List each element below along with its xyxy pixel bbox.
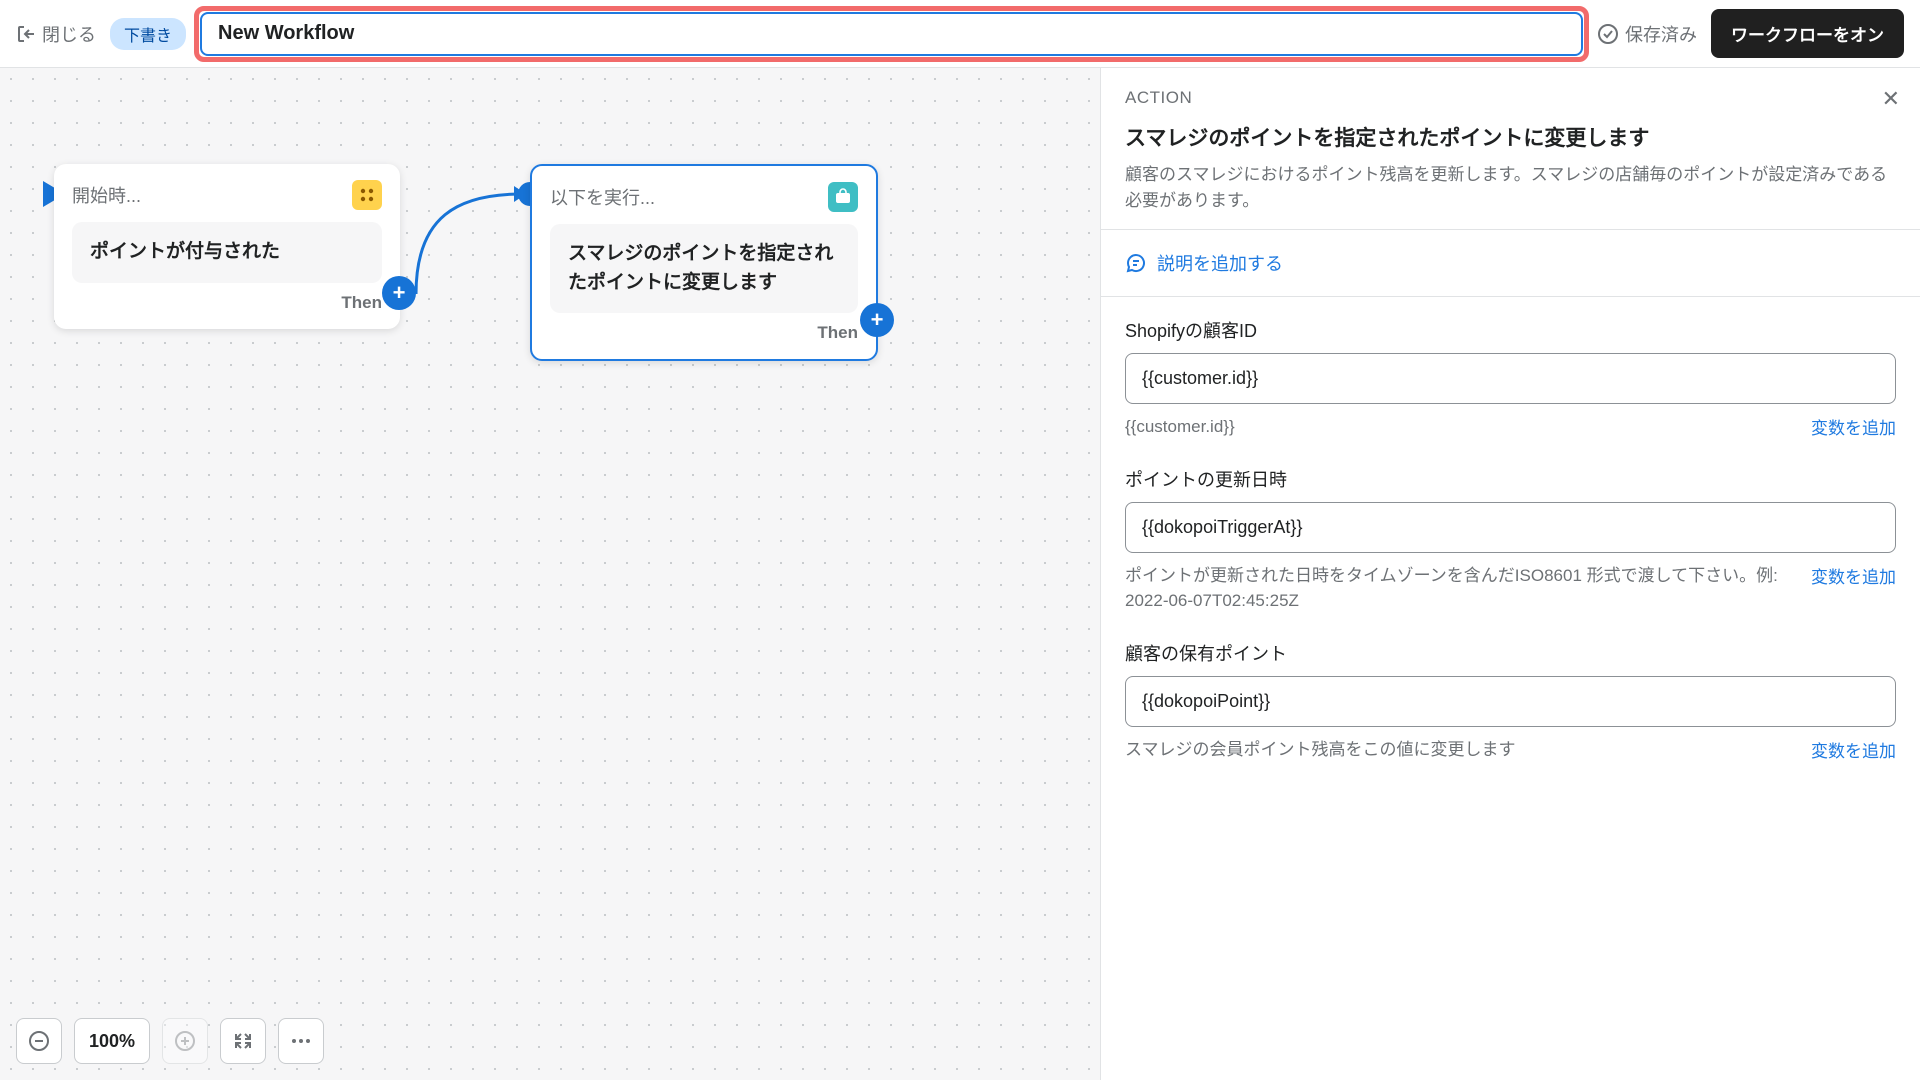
add-step-button[interactable]: + [860, 303, 894, 337]
check-circle-icon [1597, 23, 1619, 45]
then-label: Then [72, 293, 382, 313]
customer-id-input[interactable] [1125, 353, 1896, 404]
plus-circle-icon [174, 1030, 196, 1052]
workflow-canvas[interactable]: 開始時... ポイントが付与された Then + 以下を実行... スマレジのポ… [0, 68, 1100, 1080]
canvas-controls: 100% [16, 1018, 324, 1064]
trigger-app-icon [352, 180, 382, 210]
field-update-time: ポイントの更新日時 ポイントが更新された日時をタイムゾーンを含んだISO8601… [1101, 446, 1920, 620]
zoom-level[interactable]: 100% [74, 1018, 150, 1064]
field-points: 顧客の保有ポイント スマレジの会員ポイント残高をこの値に変更します 変数を追加 [1101, 620, 1920, 769]
saved-status: 保存済み [1597, 21, 1697, 47]
add-description-label: 説明を追加する [1157, 250, 1283, 276]
field-help: ポイントが更新された日時をタイムゾーンを含んだISO8601 形式で渡して下さい… [1125, 563, 1787, 614]
points-input[interactable] [1125, 676, 1896, 727]
minus-circle-icon [28, 1030, 50, 1052]
add-variable-link[interactable]: 変数を追加 [1811, 414, 1896, 439]
field-label: Shopifyの顧客ID [1125, 317, 1896, 343]
action-sidebar: ACTION ✕ スマレジのポイントを指定されたポイントに変更します 顧客のスマ… [1100, 68, 1920, 1080]
field-help: スマレジの会員ポイント残高をこの値に変更します [1125, 737, 1787, 763]
sidebar-header: ACTION ✕ スマレジのポイントを指定されたポイントに変更します 顧客のスマ… [1101, 68, 1920, 230]
contract-icon [233, 1031, 253, 1051]
field-help: {{customer.id}} [1125, 414, 1787, 440]
title-container [200, 12, 1583, 56]
trigger-node-body: ポイントが付与された [72, 222, 382, 283]
update-time-input[interactable] [1125, 502, 1896, 553]
sidebar-description: 顧客のスマレジにおけるポイント残高を更新します。スマレジの店舗毎のポイントが設定… [1125, 162, 1896, 213]
add-variable-link[interactable]: 変数を追加 [1811, 563, 1896, 588]
field-label: 顧客の保有ポイント [1125, 640, 1896, 666]
action-app-icon [828, 182, 858, 212]
close-button[interactable]: 閉じる [16, 21, 96, 47]
trigger-node-title: 開始時... [72, 182, 141, 208]
action-node-body: スマレジのポイントを指定されたポイントに変更します [550, 224, 858, 313]
workflow-title-input[interactable] [200, 12, 1583, 56]
draft-badge: 下書き [110, 18, 186, 50]
zoom-out-button[interactable] [16, 1018, 62, 1064]
sidebar-title: スマレジのポイントを指定されたポイントに変更します [1125, 122, 1896, 152]
field-customer-id: Shopifyの顧客ID {{customer.id}} 変数を追加 [1101, 297, 1920, 446]
more-button[interactable] [278, 1018, 324, 1064]
field-label: ポイントの更新日時 [1125, 466, 1896, 492]
action-node-title: 以下を実行... [550, 184, 655, 210]
exit-icon [16, 24, 36, 44]
chat-icon [1125, 252, 1147, 274]
header-bar: 閉じる 下書き 保存済み ワークフローをオン [0, 0, 1920, 68]
node-header: 以下を実行... [550, 182, 858, 212]
close-label: 閉じる [42, 21, 96, 47]
then-label: Then [550, 323, 858, 343]
add-step-button[interactable]: + [382, 276, 416, 310]
node-header: 開始時... [72, 180, 382, 210]
turn-on-workflow-button[interactable]: ワークフローをオン [1711, 9, 1904, 58]
trigger-node[interactable]: 開始時... ポイントが付与された Then [54, 164, 400, 329]
add-variable-link[interactable]: 変数を追加 [1811, 737, 1896, 762]
connector-line [398, 176, 534, 306]
add-description-link[interactable]: 説明を追加する [1125, 250, 1896, 276]
sidebar-tag: ACTION [1125, 88, 1896, 108]
saved-label: 保存済み [1625, 21, 1697, 47]
zoom-in-button[interactable] [162, 1018, 208, 1064]
close-sidebar-button[interactable]: ✕ [1882, 86, 1900, 112]
dots-icon [291, 1038, 311, 1044]
fit-view-button[interactable] [220, 1018, 266, 1064]
action-node[interactable]: 以下を実行... スマレジのポイントを指定されたポイントに変更します Then [530, 164, 878, 361]
add-description-row: 説明を追加する [1101, 230, 1920, 297]
